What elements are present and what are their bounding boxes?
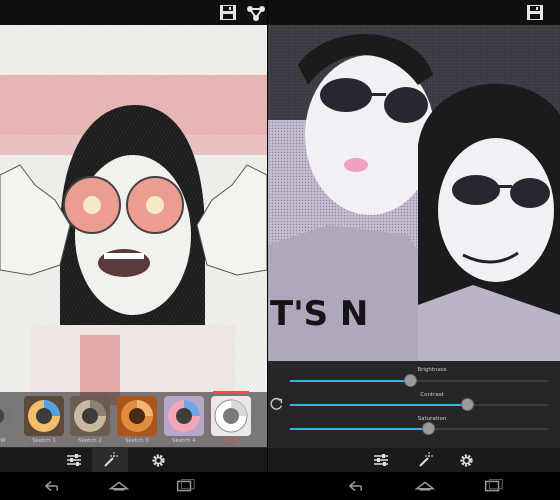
contrast-slider-knob[interactable] xyxy=(461,398,474,411)
right-screen: T'S N Brightness Contrast Saturation xyxy=(268,0,560,500)
edited-photo-sketch xyxy=(0,25,267,447)
edited-photo-comic: T'S N xyxy=(268,25,560,361)
gear-icon[interactable] xyxy=(448,448,484,472)
filter-label: Sketch 2 xyxy=(78,438,102,444)
saturation-label: Saturation xyxy=(417,416,447,422)
contrast-slider[interactable] xyxy=(290,398,548,411)
svg-text:T'S N: T'S N xyxy=(270,294,368,334)
adjust-sliders-icon[interactable] xyxy=(56,448,92,472)
share-icon[interactable] xyxy=(246,3,266,22)
filter-pencil[interactable] xyxy=(211,396,251,436)
brightness-slider-knob[interactable] xyxy=(404,374,417,387)
system-navbar xyxy=(268,472,560,500)
filter-label: Sketch 1 xyxy=(32,438,56,444)
back-icon[interactable] xyxy=(38,478,68,494)
adjust-sliders-icon[interactable] xyxy=(363,448,399,472)
save-icon[interactable] xyxy=(218,3,238,22)
filter-bw[interactable] xyxy=(0,396,16,436)
filter-sketch-1[interactable] xyxy=(24,396,64,436)
filter-label-selected: Pencil xyxy=(222,438,240,444)
adjustments-panel: Brightness Contrast Saturation xyxy=(268,361,560,447)
filter-sketch-4[interactable] xyxy=(164,396,204,436)
recent-apps-icon[interactable] xyxy=(478,478,508,494)
saturation-slider-fill xyxy=(290,428,429,430)
brightness-slider[interactable] xyxy=(290,374,548,387)
gear-icon[interactable] xyxy=(140,448,176,472)
left-screen: &W Sketch 1 Sketch 2 Sketch 3 Sketch 4 P… xyxy=(0,0,267,500)
selected-filter-indicator xyxy=(213,391,249,393)
back-icon[interactable] xyxy=(342,478,372,494)
bottom-toolbar xyxy=(0,447,267,472)
action-bar xyxy=(268,0,560,25)
home-icon[interactable] xyxy=(104,478,134,494)
system-navbar xyxy=(0,472,267,500)
brightness-slider-fill xyxy=(290,380,411,382)
brightness-label: Brightness xyxy=(417,367,447,373)
filter-sketch-2[interactable] xyxy=(70,396,110,436)
action-bar xyxy=(0,0,267,25)
magic-wand-icon[interactable] xyxy=(407,448,443,472)
saturation-slider-knob[interactable] xyxy=(422,422,435,435)
home-icon[interactable] xyxy=(410,478,440,494)
recent-apps-icon[interactable] xyxy=(170,478,200,494)
save-icon[interactable] xyxy=(525,3,545,22)
contrast-label: Contrast xyxy=(420,392,444,398)
saturation-slider[interactable] xyxy=(290,422,548,435)
magic-wand-icon[interactable] xyxy=(92,448,128,472)
bottom-toolbar xyxy=(268,447,560,472)
filter-label: Sketch 4 xyxy=(172,438,196,444)
contrast-slider-fill xyxy=(290,404,468,406)
filter-strip: &W Sketch 1 Sketch 2 Sketch 3 Sketch 4 P… xyxy=(0,392,267,447)
reset-icon[interactable] xyxy=(270,396,286,412)
filter-sketch-3[interactable] xyxy=(117,396,157,436)
filter-label: Sketch 3 xyxy=(125,438,149,444)
